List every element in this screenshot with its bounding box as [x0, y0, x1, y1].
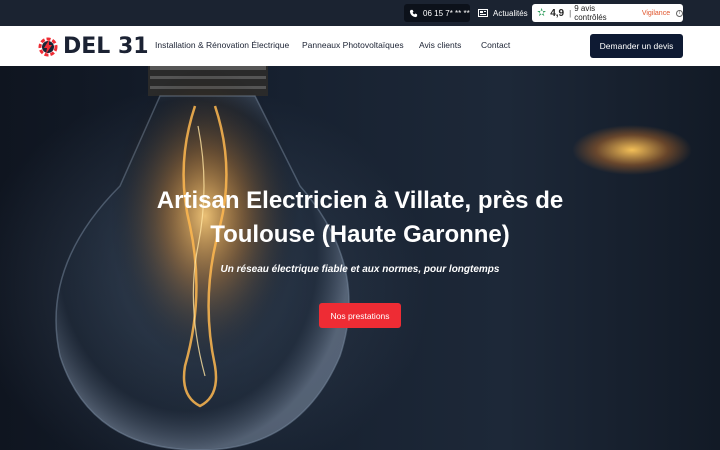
logo[interactable]: DEL 31 — [36, 34, 149, 59]
info-icon[interactable]: i — [676, 9, 683, 17]
nav-item-photovoltaique[interactable]: Panneaux Photovoltaïques — [302, 40, 404, 50]
newspaper-icon — [478, 9, 488, 17]
main-nav: DEL 31 Installation & Rénovation Électri… — [0, 26, 720, 66]
rating-separator: | — [569, 8, 572, 18]
news-link[interactable]: Actualités — [478, 4, 528, 22]
light-bulb-image — [55, 66, 350, 450]
reviews-widget[interactable]: ✫ 4,9 | 9 avis contrôlés Vigilance i — [532, 4, 683, 22]
hero-title-line-2: Toulouse (Haute Garonne) — [210, 220, 510, 248]
hero-subtitle: Un réseau électrique fiable et aux norme… — [220, 264, 500, 275]
nav-item-contact[interactable]: Contact — [481, 40, 510, 50]
phone-link[interactable]: 06 15 7* ** ** — [404, 4, 470, 22]
logo-text: DEL 31 — [63, 34, 149, 59]
services-button[interactable]: Nos prestations — [319, 303, 401, 328]
lightning-gear-icon — [38, 37, 58, 56]
hero-section: Artisan Electricien à Villate, près de T… — [0, 66, 720, 450]
hero-title: Artisan Electricien à Villate, près de T… — [0, 184, 720, 251]
phone-number: 06 15 7* ** ** — [423, 8, 470, 18]
quote-button[interactable]: Demander un devis — [590, 34, 683, 58]
rating-score: 4,9 — [550, 7, 565, 19]
hero-title-line-1: Artisan Electricien à Villate, près de — [156, 187, 564, 214]
vigilance-label: Vigilance — [641, 9, 671, 17]
star-icon: ✫ — [537, 6, 547, 19]
nav-item-installation[interactable]: Installation & Rénovation Électrique — [155, 40, 289, 50]
news-label: Actualités — [493, 8, 528, 18]
rating-count: 9 avis contrôlés — [574, 4, 607, 22]
nav-item-avis[interactable]: Avis clients — [419, 40, 461, 50]
phone-icon — [409, 9, 418, 17]
top-bar: 06 15 7* ** ** Actualités ✫ 4,9 | 9 avis… — [0, 0, 720, 26]
